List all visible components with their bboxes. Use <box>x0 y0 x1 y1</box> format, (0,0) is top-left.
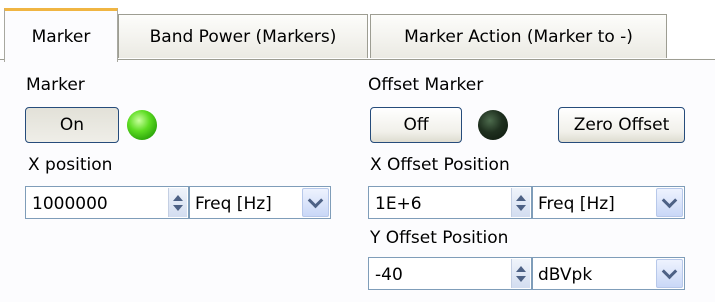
spin-down-icon[interactable] <box>173 204 183 211</box>
marker-settings-panel: Marker Band Power (Markers) Marker Actio… <box>0 0 715 302</box>
x-position-spinner[interactable] <box>168 188 187 217</box>
chevron-down-icon <box>661 263 678 279</box>
y-offset-unit-select[interactable]: dBVpk <box>532 257 685 290</box>
y-offset-unit-value: dBVpk <box>538 265 593 285</box>
tab-band-power-markers[interactable]: Band Power (Markers) <box>118 14 368 58</box>
tab-marker-action[interactable]: Marker Action (Marker to -) <box>370 14 667 58</box>
offset-marker-off-toggle-button[interactable]: Off <box>370 107 462 143</box>
y-offset-unit-dropdown-button[interactable] <box>656 259 683 288</box>
x-position-value: 1000000 <box>32 194 108 214</box>
x-unit-dropdown-button[interactable] <box>302 188 329 217</box>
x-offset-position-stepper[interactable]: 1E+6 <box>368 186 532 219</box>
marker-section-label: Marker <box>26 75 85 95</box>
offset-marker-section-label: Offset Marker <box>368 75 484 95</box>
x-unit-value: Freq [Hz] <box>195 194 272 214</box>
offset-marker-status-led-icon <box>478 110 508 140</box>
marker-toggle-label: On <box>59 115 85 135</box>
spin-up-icon[interactable] <box>516 265 526 272</box>
zero-offset-label: Zero Offset <box>573 115 670 135</box>
chevron-down-icon <box>307 192 324 208</box>
y-offset-position-value: -40 <box>375 265 403 285</box>
marker-on-toggle-button[interactable]: On <box>25 107 119 143</box>
x-offset-position-label: X Offset Position <box>370 155 510 175</box>
x-position-label: X position <box>28 155 113 175</box>
tab-bar: Marker Band Power (Markers) Marker Actio… <box>0 0 715 62</box>
chevron-down-icon <box>661 192 678 208</box>
marker-status-led-icon <box>127 110 157 140</box>
x-offset-spinner[interactable] <box>511 188 530 217</box>
tab-band-power-label: Band Power (Markers) <box>149 26 337 47</box>
y-offset-spinner[interactable] <box>511 259 530 288</box>
spin-down-icon[interactable] <box>516 275 526 282</box>
x-offset-position-value: 1E+6 <box>375 194 422 214</box>
x-offset-unit-select[interactable]: Freq [Hz] <box>532 186 685 219</box>
spin-up-icon[interactable] <box>516 194 526 201</box>
y-offset-position-stepper[interactable]: -40 <box>368 257 532 290</box>
spin-down-icon[interactable] <box>516 204 526 211</box>
x-offset-unit-value: Freq [Hz] <box>538 194 615 214</box>
tab-marker-action-label: Marker Action (Marker to -) <box>404 26 633 47</box>
offset-toggle-label: Off <box>403 115 429 135</box>
y-offset-position-label: Y Offset Position <box>370 228 509 248</box>
x-offset-unit-dropdown-button[interactable] <box>656 188 683 217</box>
x-position-stepper[interactable]: 1000000 <box>25 186 189 219</box>
x-unit-select[interactable]: Freq [Hz] <box>189 186 331 219</box>
spin-up-icon[interactable] <box>173 194 183 201</box>
tab-marker-label: Marker <box>31 26 91 47</box>
zero-offset-button[interactable]: Zero Offset <box>558 107 685 143</box>
tab-marker[interactable]: Marker <box>4 8 118 62</box>
